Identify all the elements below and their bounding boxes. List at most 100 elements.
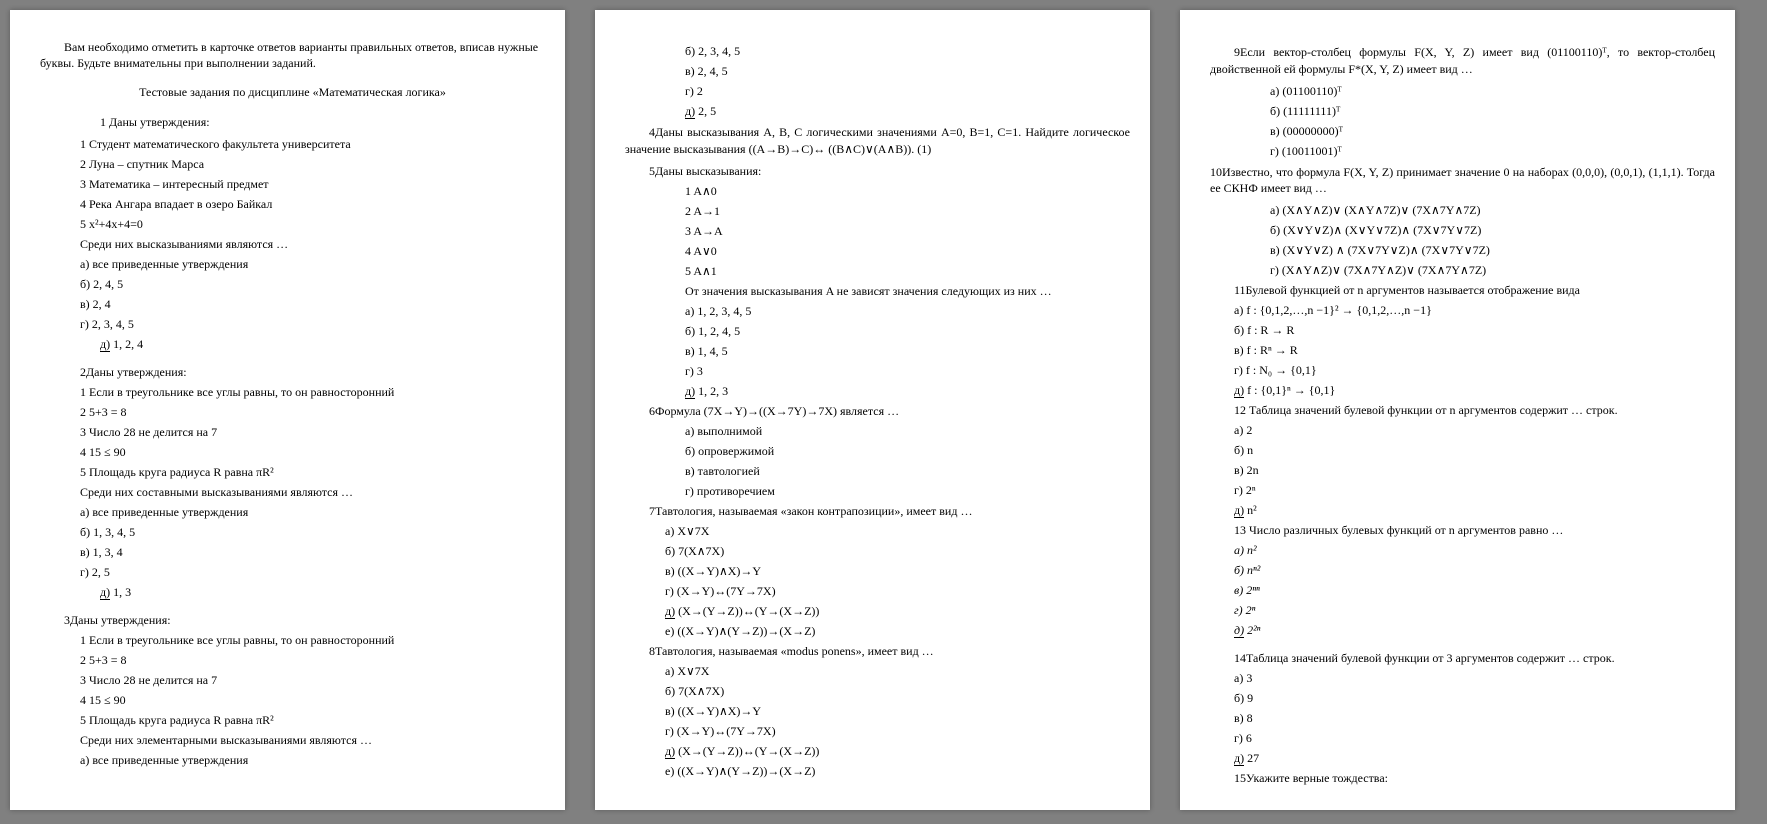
q8-f: е) ((X→Y)∧(Y→Z))→(X→Z) <box>665 762 1130 780</box>
q3-s4: 4 15 ≤ 90 <box>80 691 545 709</box>
q1-tail: Среди них высказываниями являются … <box>80 235 545 253</box>
q6-head: 6Формула (7X→Y)→((X→7Y)→7X) является … <box>649 402 1130 420</box>
page-2: б) 2, 3, 4, 5 в) 2, 4, 5 г) 2 д) 2, 5 4Д… <box>595 10 1150 810</box>
q5-s5: 5 A∧1 <box>685 262 1130 280</box>
q7-b: б) 7(X∧7X) <box>665 542 1130 560</box>
q7-c: в) ((X→Y)∧X)→Y <box>665 562 1130 580</box>
q5-b: б) 1, 2, 4, 5 <box>685 322 1130 340</box>
q8-head: 8Тавтология, называемая «modus ponens», … <box>625 642 1130 660</box>
q14-b: б) 9 <box>1234 689 1715 707</box>
q14-e: д) 27 <box>1234 749 1715 767</box>
q7-a: а) X∨7X <box>665 522 1130 540</box>
q8-d: г) (X→Y)↔(7Y→7X) <box>665 722 1130 740</box>
q5-s1: 1 A∧0 <box>685 182 1130 200</box>
q13-head: 13 Число различных булевых функций от n … <box>1234 521 1715 539</box>
question-1: 1 Даны утверждения: 1 Студент математиче… <box>40 114 545 353</box>
q1-s1: 1 Студент математического факультета уни… <box>80 135 545 153</box>
q3-s2: 2 5+3 = 8 <box>80 651 545 669</box>
q2-s5: 5 Площадь круга радиуса R равна πR² <box>80 463 545 481</box>
q11-e: д) f : {0,1}ⁿ → {0,1} <box>1234 381 1715 399</box>
q11-a: а) f : {0,1,2,…,n −1}² → {0,1,2,…,n −1} <box>1234 301 1715 319</box>
q7-e: д) (X→(Y→Z))↔(Y→(X→Z)) <box>665 602 1130 620</box>
q6-a: а) выполнимой <box>685 422 1130 440</box>
q13-c: в) 2ⁿⁿ <box>1234 581 1715 599</box>
q2-c: в) 1, 3, 4 <box>80 543 545 561</box>
document-title: Тестовые задания по дисциплине «Математи… <box>40 85 545 100</box>
q7-f: е) ((X→Y)∧(Y→Z))→(X→Z) <box>665 622 1130 640</box>
q10-head: 10Известно, что формула F(X, Y, Z) прини… <box>1210 164 1715 198</box>
intro-text: Вам необходимо отметить в карточке ответ… <box>40 40 545 71</box>
q12-a: а) 2 <box>1234 421 1715 439</box>
q12-d: г) 2ⁿ <box>1234 481 1715 499</box>
q15-head: 15Укажите верные тождества: <box>1234 769 1715 787</box>
q6-b: б) опровержимой <box>685 442 1130 460</box>
p2-cont-b: б) 2, 3, 4, 5 <box>685 42 1130 60</box>
question-2: 2Даны утверждения: 1 Если в треугольнике… <box>40 363 545 601</box>
q1-s3: 3 Математика – интересный предмет <box>80 175 545 193</box>
q13-d: г) 2ⁿ <box>1234 601 1715 619</box>
q9-b: б) (11111111)ᵀ <box>1270 102 1715 120</box>
q5-e: д) 1, 2, 3 <box>685 382 1130 400</box>
q8-c: в) ((X→Y)∧X)→Y <box>665 702 1130 720</box>
q11-c: в) f : Rⁿ → R <box>1234 341 1715 359</box>
q1-e: д) 1, 2, 4 <box>100 335 545 353</box>
q1-c: в) 2, 4 <box>80 295 545 313</box>
q5-a: а) 1, 2, 3, 4, 5 <box>685 302 1130 320</box>
question-3: 3Даны утверждения: 1 Если в треугольнике… <box>40 611 545 769</box>
q10-c: в) (X∨Y∨Z) ∧ (7X∨7Y∨Z)∧ (7X∨7Y∨7Z) <box>1270 241 1715 259</box>
q10-d: г) (X∧Y∧Z)∨ (7X∧7Y∧Z)∨ (7X∧7Y∧7Z) <box>1270 261 1715 279</box>
q5-head: 5Даны высказывания: <box>649 162 1130 180</box>
q4: 4Даны высказывания A, B, C логическими з… <box>625 124 1130 158</box>
q7-head: 7Тавтология, называемая «закон контрапоз… <box>625 502 1130 520</box>
q1-a: а) все приведенные утверждения <box>80 255 545 273</box>
q14-c: в) 8 <box>1234 709 1715 727</box>
q10-b: б) (X∨Y∨Z)∧ (X∨Y∨7Z)∧ (7X∨7Y∨7Z) <box>1270 221 1715 239</box>
q2-s1: 1 Если в треугольнике все углы равны, то… <box>80 383 545 401</box>
q1-head: 1 Даны утверждения: <box>100 114 545 131</box>
q3-s3: 3 Число 28 не делится на 7 <box>80 671 545 689</box>
page-3: 9Если вектор-столбец формулы F(X, Y, Z) … <box>1180 10 1735 810</box>
q9-a: а) (01100110)ᵀ <box>1270 82 1715 100</box>
q12-b: б) n <box>1234 441 1715 459</box>
q1-d: г) 2, 3, 4, 5 <box>80 315 545 333</box>
page-1: Вам необходимо отметить в карточке ответ… <box>10 10 565 810</box>
q2-e: д) 1, 3 <box>100 583 545 601</box>
q8-b: б) 7(X∧7X) <box>665 682 1130 700</box>
document-viewport: Вам необходимо отметить в карточке ответ… <box>0 0 1767 820</box>
q11-b: б) f : R → R <box>1234 321 1715 339</box>
q14-head: 14Таблица значений булевой функции от 3 … <box>1234 649 1715 667</box>
q5-d: г) 3 <box>685 362 1130 380</box>
q2-s4: 4 15 ≤ 90 <box>80 443 545 461</box>
q1-s2: 2 Луна – спутник Марса <box>80 155 545 173</box>
q2-s2: 2 5+3 = 8 <box>80 403 545 421</box>
q14-d: г) 6 <box>1234 729 1715 747</box>
q3-a: а) все приведенные утверждения <box>80 751 545 769</box>
q3-s5: 5 Площадь круга радиуса R равна πR² <box>80 711 545 729</box>
p2-cont-c: в) 2, 4, 5 <box>685 62 1130 80</box>
q6-c: в) тавтологией <box>685 462 1130 480</box>
p2-cont-e: д) 2, 5 <box>685 102 1130 120</box>
q1-s4: 4 Река Ангара впадает в озеро Байкал <box>80 195 545 213</box>
q13-e: д) 2²ⁿ <box>1234 621 1715 639</box>
q2-d: г) 2, 5 <box>80 563 545 581</box>
q2-b: б) 1, 3, 4, 5 <box>80 523 545 541</box>
q12-head: 12 Таблица значений булевой функции от n… <box>1234 401 1715 419</box>
q9-d: г) (10011001)ᵀ <box>1270 142 1715 160</box>
q5-tail: От значения высказывания A не зависят зн… <box>685 282 1130 300</box>
q5-c: в) 1, 4, 5 <box>685 342 1130 360</box>
q5-s3: 3 A→A <box>685 222 1130 240</box>
q3-s1: 1 Если в треугольнике все углы равны, то… <box>80 631 545 649</box>
p2-cont-d: г) 2 <box>685 82 1130 100</box>
q11-head: 11Булевой функцией от n аргументов назыв… <box>1234 281 1715 299</box>
q5-s4: 4 A∨0 <box>685 242 1130 260</box>
q12-c: в) 2n <box>1234 461 1715 479</box>
q2-head: 2Даны утверждения: <box>80 363 545 381</box>
q13-a: а) n² <box>1234 541 1715 559</box>
q8-a: а) X∨7X <box>665 662 1130 680</box>
q3-tail: Среди них элементарными высказываниями я… <box>80 731 545 749</box>
q7-d: г) (X→Y)↔(7Y→7X) <box>665 582 1130 600</box>
q1-b: б) 2, 4, 5 <box>80 275 545 293</box>
q2-a: а) все приведенные утверждения <box>80 503 545 521</box>
q12-e: д) n² <box>1234 501 1715 519</box>
q9-head: 9Если вектор-столбец формулы F(X, Y, Z) … <box>1210 44 1715 78</box>
